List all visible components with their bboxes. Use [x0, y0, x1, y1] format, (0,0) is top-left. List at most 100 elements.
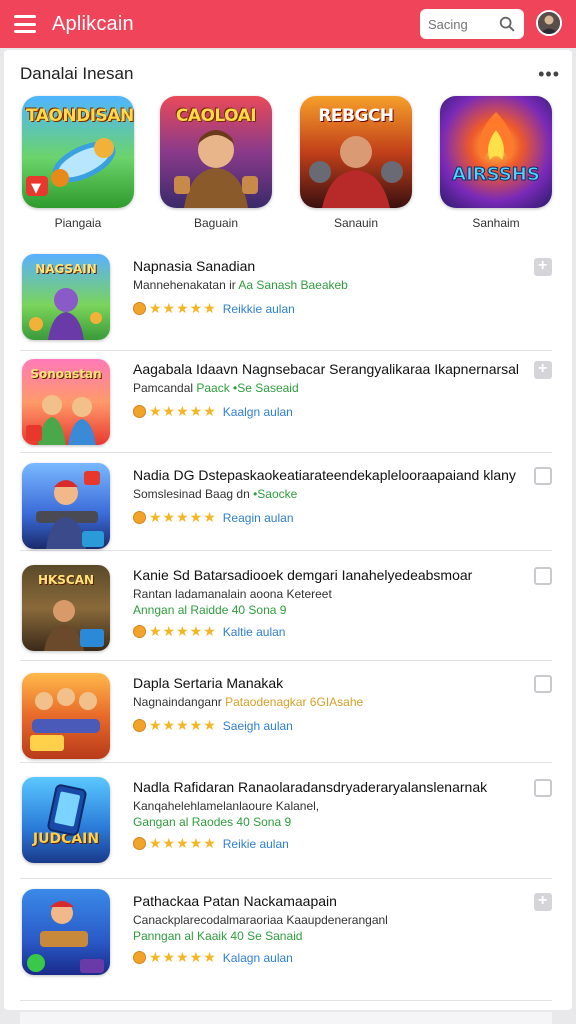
- app-icon: NAGSAIN: [22, 254, 110, 340]
- coin-icon: [133, 302, 146, 315]
- coin-icon: [133, 951, 146, 964]
- review-link[interactable]: Kaalgn aulan: [223, 405, 293, 419]
- app-title: Napnasia Sanadian: [133, 258, 256, 274]
- app-bar: Aplikcain: [0, 0, 576, 48]
- add-checkbox[interactable]: [534, 467, 552, 485]
- app-rating: ★★★★★ Saeigh aulan: [133, 717, 518, 734]
- list-item[interactable]: HKSCAN Kanie Sd Batarsadiooek demgari Ia…: [20, 551, 552, 661]
- star-rating: ★★★★★: [149, 717, 217, 733]
- add-checkbox[interactable]: [534, 567, 552, 585]
- featured-app-icon: CAOLOAI: [160, 96, 272, 208]
- add-checkbox[interactable]: [534, 360, 552, 379]
- app-info: Nadia DG Dstepaskaokeatiarateendekaplelo…: [133, 467, 518, 526]
- review-link[interactable]: Reikkie aulan: [223, 302, 295, 316]
- app-list: NAGSAIN Napnasia Sanadian Mannehenakatan…: [20, 196, 552, 1001]
- app-title: Dapla Sertaria Manakak: [133, 675, 284, 691]
- app-rating: ★★★★★ Kaltie aulan: [133, 623, 518, 640]
- list-item[interactable]: NAGSAIN Napnasia Sanadian Mannehenakatan…: [20, 246, 552, 351]
- characters-icon: [26, 395, 96, 445]
- app-info: Aagabala Idaavn Nagnsebacar Serangyalika…: [133, 361, 518, 420]
- team-icon: [30, 688, 100, 751]
- app-rating: ★★★★★ Reikie aulan: [133, 835, 518, 852]
- app-icon: [22, 463, 110, 549]
- blaster-icon: [27, 901, 104, 973]
- coin-icon: [133, 625, 146, 638]
- add-checkbox[interactable]: [534, 675, 552, 693]
- hero-icon: [29, 288, 102, 340]
- coin-icon: [133, 405, 146, 418]
- phone-icon: [47, 784, 87, 836]
- app-icon: Sonoastan: [22, 359, 110, 445]
- app-icon: [22, 673, 110, 759]
- warrior-icon: [174, 130, 258, 208]
- search-box[interactable]: [420, 9, 524, 39]
- app-subtitle: Somslesinad Baag dn •Saocke: [133, 487, 298, 501]
- featured-app-icon: REBGCH: [300, 96, 412, 208]
- list-item[interactable]: Pathackaa Patan Nackamaapain Canackplare…: [20, 879, 552, 1001]
- app-subtitle-2: Panngan al Kaaik 40 Se Sanaid: [133, 929, 303, 943]
- app-info: Nadla Rafidaran Ranaolaradansdryaderarya…: [133, 779, 518, 852]
- list-item[interactable]: Nadia DG Dstepaskaokeatiarateendekaplelo…: [20, 453, 552, 551]
- app-info: Dapla Sertaria Manakak Nagnaindanganr Pa…: [133, 675, 518, 734]
- review-link[interactable]: Kaltie aulan: [223, 625, 286, 639]
- featured-app-icon: AIRSSHS: [440, 96, 552, 208]
- app-title: Pathackaa Patan Nackamaapain: [133, 893, 337, 909]
- search-input[interactable]: [428, 16, 496, 32]
- menu-icon[interactable]: [14, 15, 36, 33]
- app-info: Napnasia Sanadian Mannehenakatan ir Aa S…: [133, 258, 518, 317]
- app-info: Pathackaa Patan Nackamaapain Canackplare…: [133, 893, 518, 966]
- fighter-icon: [309, 136, 403, 208]
- app-info: Kanie Sd Batarsadiooek demgari Ianahelye…: [133, 567, 518, 640]
- app-icon: HKSCAN: [22, 565, 110, 651]
- app-subtitle-2: Anngan al Raidde 40 Sona 9: [133, 603, 287, 617]
- add-checkbox[interactable]: [534, 892, 552, 911]
- app-title: Aagabala Idaavn Nagnsebacar Serangyalika…: [133, 361, 518, 377]
- app-rating: ★★★★★ Kaalgn aulan: [133, 403, 518, 420]
- list-item[interactable]: JUDCAIN Nadla Rafidaran Ranaolaradansdry…: [20, 763, 552, 879]
- app-subtitle-2: Gangan al Raodes 40 Sona 9: [133, 815, 292, 829]
- app-subtitle: Pamcandal Paack •Se Saseaid: [133, 381, 299, 395]
- star-rating: ★★★★★: [149, 949, 217, 965]
- app-title: Nadia DG Dstepaskaokeatiarateendekaplelo…: [133, 467, 516, 483]
- search-icon[interactable]: [498, 15, 516, 33]
- coin-icon: [133, 511, 146, 524]
- section-title: Danalai Inesan: [20, 64, 134, 83]
- section-header: Danalai Inesan •••: [20, 64, 560, 86]
- user-avatar-icon: [538, 12, 560, 34]
- app-subtitle: Kanqahelehlamelanlaoure Kalanel,: [133, 799, 320, 813]
- app-icon: [22, 889, 110, 975]
- review-link[interactable]: Saeigh aulan: [223, 719, 293, 733]
- app-title: Nadla Rafidaran Ranaolaradansdryaderarya…: [133, 779, 488, 795]
- star-rating: ★★★★★: [149, 623, 217, 639]
- soldier-icon: [44, 600, 104, 651]
- cannon-icon: ▼: [26, 138, 116, 196]
- list-item[interactable]: Dapla Sertaria Manakak Nagnaindanganr Pa…: [20, 661, 552, 763]
- review-link[interactable]: Reikie aulan: [223, 837, 289, 851]
- avatar[interactable]: [536, 10, 562, 36]
- star-rating: ★★★★★: [149, 300, 217, 316]
- star-rating: ★★★★★: [149, 509, 217, 525]
- app-subtitle: Rantan ladamanalain aoona Ketereet: [133, 587, 332, 601]
- coin-icon: [133, 719, 146, 732]
- app-rating: ★★★★★ Reikkie aulan: [133, 300, 518, 317]
- review-link[interactable]: Kalagn aulan: [223, 951, 293, 965]
- list-item[interactable]: Sonoastan Aagabala Idaavn Nagnsebacar Se…: [20, 351, 552, 453]
- add-checkbox[interactable]: [534, 779, 552, 797]
- app-icon: JUDCAIN: [22, 777, 110, 863]
- add-checkbox[interactable]: [534, 257, 552, 276]
- gunner-icon: [36, 471, 104, 549]
- app-rating: ★★★★★ Kalagn aulan: [133, 949, 518, 966]
- app-subtitle: Canackplarecodalmaraoriaa Kaaupdeneranga…: [133, 913, 388, 927]
- svg-text:AIRSSHS: AIRSSHS: [452, 164, 540, 185]
- app-subtitle: Nagnaindanganr Pataodenagkar 6GIAsahe: [133, 695, 364, 709]
- star-rating: ★★★★★: [149, 835, 217, 851]
- coin-icon: [133, 837, 146, 850]
- flame-icon: AIRSSHS: [452, 112, 540, 186]
- svg-text:▼: ▼: [31, 181, 41, 196]
- review-link[interactable]: Reagin aulan: [223, 511, 294, 525]
- star-rating: ★★★★★: [149, 403, 217, 419]
- featured-app-icon: TAONDISAN ▼: [22, 96, 134, 208]
- app-title: Aplikcain: [52, 12, 134, 35]
- next-item-peek: [20, 1012, 552, 1024]
- more-options-icon[interactable]: •••: [538, 64, 560, 85]
